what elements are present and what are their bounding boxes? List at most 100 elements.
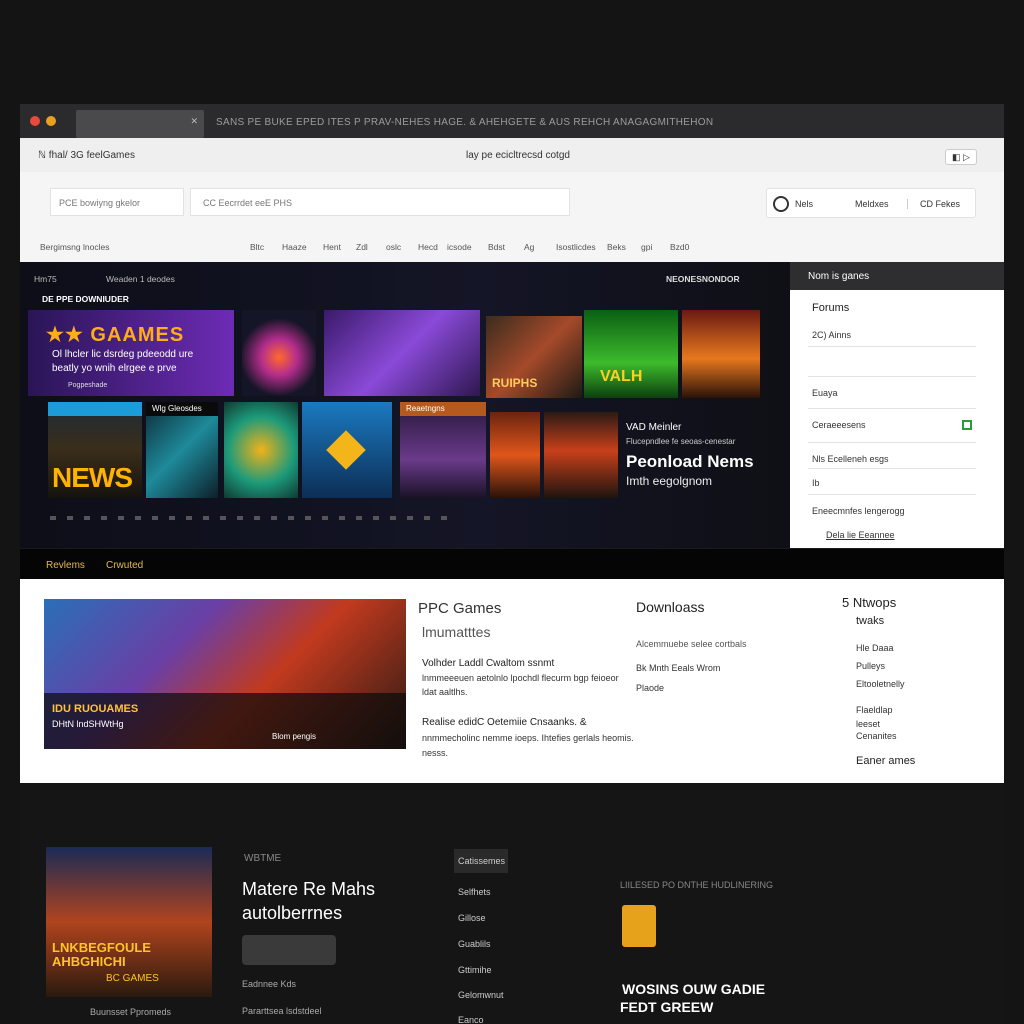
- search-input[interactable]: CC Eecrrdet eeE PHS: [190, 188, 570, 216]
- download-item[interactable]: Bk Mnth Eeals Wrom: [636, 663, 720, 673]
- carousel-dot[interactable]: [135, 516, 141, 520]
- menu-item[interactable]: oslc: [386, 242, 401, 252]
- carousel-dot[interactable]: [203, 516, 209, 520]
- menu-item[interactable]: icsode: [447, 242, 472, 252]
- poster-image[interactable]: LNKBEGFOULE AHBGHICHI BC GAMES: [46, 847, 212, 997]
- menu-item[interactable]: Zdl: [356, 242, 368, 252]
- game-tile-news[interactable]: NEWS: [48, 402, 142, 498]
- strip-reviews[interactable]: Revlems: [46, 560, 85, 571]
- user-settings[interactable]: CD Fekes: [907, 199, 960, 209]
- column-item[interactable]: Pulleys: [856, 661, 885, 671]
- strip-created[interactable]: Crwuted: [106, 560, 143, 571]
- menu-item[interactable]: Hecd: [418, 242, 438, 252]
- sidebar-item[interactable]: Euaya: [812, 388, 838, 398]
- carousel-dot[interactable]: [373, 516, 379, 520]
- game-tile-ruins[interactable]: RUIPHS: [486, 316, 582, 398]
- feature-image[interactable]: [242, 935, 336, 965]
- column-item[interactable]: Eltooletnelly: [856, 679, 905, 689]
- carousel-dot[interactable]: [152, 516, 158, 520]
- game-tile-hero[interactable]: [682, 310, 760, 398]
- carousel-dot[interactable]: [101, 516, 107, 520]
- game-tile-valh[interactable]: VALH: [584, 310, 678, 398]
- featured-banner[interactable]: ★★ GAAMES Ol lhcler lic dsrdeg pdeeodd u…: [28, 310, 234, 396]
- close-tab-icon[interactable]: ✕: [190, 116, 198, 127]
- column-item[interactable]: leeset: [856, 719, 880, 729]
- arrow-icon: [326, 430, 366, 470]
- carousel-dot[interactable]: [220, 516, 226, 520]
- carousel-dot[interactable]: [254, 516, 260, 520]
- top-bar-controls[interactable]: ◧ ▷: [945, 149, 977, 165]
- sidebar-item[interactable]: 2C) Ainns: [812, 330, 851, 340]
- menu-item[interactable]: gpi: [641, 242, 652, 252]
- carousel-dot[interactable]: [407, 516, 413, 520]
- carousel-dot[interactable]: [305, 516, 311, 520]
- menu-item[interactable]: Hent: [323, 242, 341, 252]
- menu-item[interactable]: Bdst: [488, 242, 505, 252]
- browser-tab[interactable]: ✕: [76, 110, 204, 138]
- carousel-dot[interactable]: [339, 516, 345, 520]
- carousel-dot[interactable]: [441, 516, 447, 520]
- menu-item[interactable]: Bergimsng lnocles: [40, 242, 109, 252]
- carousel-dot[interactable]: [322, 516, 328, 520]
- banner-line1: Ol lhcler lic dsrdeg pdeeodd ure: [52, 349, 194, 360]
- user-link[interactable]: Meldxes: [855, 199, 889, 209]
- menu-item[interactable]: Ag: [524, 242, 534, 252]
- column-item[interactable]: Cenanites: [856, 731, 897, 741]
- carousel-dot[interactable]: [169, 516, 175, 520]
- carousel-dot[interactable]: [424, 516, 430, 520]
- game-tile-fire[interactable]: [490, 412, 540, 498]
- menu-item[interactable]: Bzd0: [670, 242, 689, 252]
- carousel-dot[interactable]: [390, 516, 396, 520]
- sidebar-item[interactable]: Nls Ecelleneh esgs: [812, 454, 889, 464]
- carousel-dot[interactable]: [237, 516, 243, 520]
- column-item[interactable]: Hle Daaa: [856, 643, 894, 653]
- user-menu[interactable]: Nels Meldxes CD Fekes: [766, 188, 976, 218]
- site-name[interactable]: ℕ fhal/ 3G feelGames: [38, 150, 135, 161]
- game-tile-owl[interactable]: Reaetngns: [400, 402, 486, 498]
- download-item[interactable]: Alcemmuebe selee cortbals: [636, 639, 747, 649]
- carousel-dot[interactable]: [356, 516, 362, 520]
- carousel-dot[interactable]: [186, 516, 192, 520]
- list-item[interactable]: Guablils: [458, 939, 491, 949]
- avatar[interactable]: [773, 196, 789, 212]
- list-item[interactable]: Gelomwnut: [458, 990, 504, 1000]
- list-item[interactable]: Gttimihe: [458, 965, 492, 975]
- carousel-dot[interactable]: [67, 516, 73, 520]
- carousel-dot[interactable]: [84, 516, 90, 520]
- carousel-dot[interactable]: [118, 516, 124, 520]
- game-tile-flame[interactable]: [242, 310, 316, 396]
- menu-item[interactable]: Haaze: [282, 242, 307, 252]
- list-item[interactable]: Gillose: [458, 913, 486, 923]
- sidebar-item[interactable]: Eneecmnfes lengerogg: [812, 506, 905, 516]
- section-heading: PPC Games: [418, 600, 502, 617]
- sidebar-item[interactable]: Ceraeeesens: [812, 420, 866, 430]
- menu-item[interactable]: Isostlicdes: [556, 242, 596, 252]
- minimize-dot[interactable]: [46, 116, 56, 126]
- carousel-dot[interactable]: [288, 516, 294, 520]
- game-tile-fantasy[interactable]: [324, 310, 480, 396]
- sidebar-link[interactable]: Dela lie Eeannee: [826, 530, 895, 540]
- divider: [808, 494, 976, 495]
- menu-item[interactable]: Beks: [607, 242, 626, 252]
- game-tile-arrow[interactable]: [302, 402, 392, 498]
- list-item[interactable]: Selfhets: [458, 887, 491, 897]
- close-dot[interactable]: [30, 116, 40, 126]
- column-item[interactable]: Flaeldlap: [856, 705, 893, 715]
- column-item[interactable]: Eaner ames: [856, 755, 915, 767]
- app-icon[interactable]: [622, 905, 656, 947]
- sidebar-item[interactable]: Ib: [812, 478, 820, 488]
- game-tile-wing[interactable]: Wlg Gleosdes: [146, 402, 218, 498]
- sidebar-forums[interactable]: Forums: [812, 302, 849, 314]
- download-item[interactable]: Plaode: [636, 683, 664, 693]
- list-item[interactable]: Eanco: [458, 1015, 484, 1024]
- game-tile-gold[interactable]: [224, 402, 298, 498]
- menu-item[interactable]: Bltc: [250, 242, 264, 252]
- secondary-search-input[interactable]: PCE bowiyng gkelor: [50, 188, 184, 216]
- user-dropdown[interactable]: Nels: [795, 199, 813, 209]
- carousel-dot[interactable]: [271, 516, 277, 520]
- game-tile-dragon[interactable]: [544, 412, 618, 498]
- checkbox[interactable]: [962, 420, 972, 430]
- carousel-dot[interactable]: [50, 516, 56, 520]
- featured-art[interactable]: IDU RUOUAMES DHtN lndSHWtHg Blom pengis: [44, 599, 406, 749]
- promo-title[interactable]: Peonload Nems: [626, 452, 754, 472]
